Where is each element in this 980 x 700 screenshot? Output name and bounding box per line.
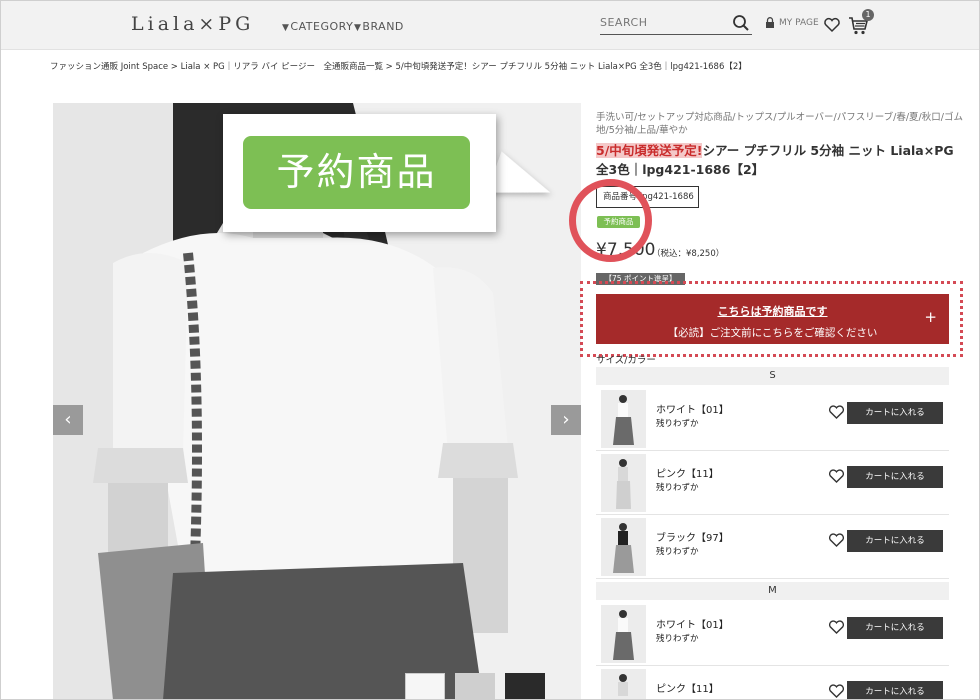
add-to-cart-button[interactable]: カートに入れる — [847, 617, 943, 639]
variant-row: ホワイト【01】 残りわずか カートに入れる — [596, 389, 949, 451]
variant-thumbnail[interactable] — [601, 454, 646, 512]
variant-row: ホワイト【01】 残りわずか カートに入れる — [596, 604, 949, 666]
next-image-button[interactable]: › — [551, 405, 581, 435]
variant-color: ホワイト【01】 — [656, 620, 729, 631]
variant-thumbnail[interactable] — [601, 669, 646, 700]
variant-thumbnail[interactable] — [601, 518, 646, 576]
annotation-red-circle — [569, 179, 652, 262]
size-header-s: S — [596, 367, 949, 385]
title-highlight: 5/中旬頃発送予定! — [596, 143, 703, 158]
cart-count-badge: 1 — [862, 9, 874, 21]
variant-color: ブラック【97】 — [656, 533, 729, 544]
size-color-label: サイズ/カラー — [596, 355, 656, 366]
size-header-m: M — [596, 582, 949, 600]
site-header: Liala×PG ▼CATEGORY ▼BRAND MY PAGE 1 — [0, 0, 980, 50]
variant-thumbnail[interactable] — [601, 605, 646, 663]
search-icon[interactable] — [732, 14, 750, 32]
heart-icon[interactable] — [828, 619, 845, 635]
triangle-down-icon: ▼ — [354, 23, 362, 33]
preorder-notice-button[interactable]: こちらは予約商品です 【必読】ご注文前にこちらをご確認ください + — [596, 294, 949, 344]
variant-row: ピンク【11】 残りわずか カートに入れる — [596, 453, 949, 515]
site-logo[interactable]: Liala×PG — [131, 13, 254, 35]
variant-row: ピンク【11】 カートに入れる — [596, 668, 949, 700]
mypage-label: MY PAGE — [779, 17, 819, 28]
nav-category[interactable]: ▼CATEGORY — [282, 20, 353, 33]
triangle-down-icon: ▼ — [282, 23, 290, 33]
variant-color: ピンク【11】 — [656, 469, 719, 480]
chevron-right-icon: › — [562, 409, 570, 430]
plus-icon: + — [924, 308, 937, 326]
notice-line-1: こちらは予約商品です — [717, 305, 828, 318]
product-title: 5/中旬頃発送予定!シアー プチフリル 5分袖 ニット Liala×PG 全3色… — [596, 141, 966, 179]
callout-preorder-label: 予約商品 — [243, 136, 470, 209]
nav-brand[interactable]: ▼BRAND — [354, 20, 404, 33]
add-to-cart-button[interactable]: カートに入れる — [847, 466, 943, 488]
heart-icon[interactable] — [828, 532, 845, 548]
prev-image-button[interactable]: ‹ — [53, 405, 83, 435]
lock-icon — [766, 17, 774, 28]
nav-brand-label: BRAND — [362, 20, 404, 33]
chevron-left-icon: ‹ — [64, 409, 72, 430]
variant-stock: 残りわずか — [656, 634, 699, 644]
variant-row: ブラック【97】 残りわずか カートに入れる — [596, 517, 949, 579]
variant-color: ホワイト【01】 — [656, 405, 729, 416]
product-price-tax: （税込：¥8,250） — [652, 249, 725, 259]
add-to-cart-button[interactable]: カートに入れる — [847, 530, 943, 552]
heart-icon[interactable] — [828, 683, 845, 699]
variant-thumbnail[interactable] — [601, 390, 646, 448]
add-to-cart-button[interactable]: カートに入れる — [847, 402, 943, 424]
favorites-heart-icon[interactable] — [823, 16, 841, 34]
add-to-cart-button[interactable]: カートに入れる — [847, 681, 943, 700]
search-input[interactable] — [600, 11, 720, 34]
heart-icon[interactable] — [828, 404, 845, 420]
color-swatch-pink[interactable] — [455, 673, 495, 700]
heart-icon[interactable] — [828, 468, 845, 484]
product-tags[interactable]: 手洗い可/セットアップ対応商品/トップス/プルオーバー/パフスリーブ/春/夏/秋… — [596, 111, 966, 137]
mypage-link[interactable]: MY PAGE — [765, 17, 819, 28]
variant-color: ピンク【11】 — [656, 684, 719, 695]
search-box — [600, 11, 752, 35]
variant-stock: 残りわずか — [656, 419, 699, 429]
color-swatch-black[interactable] — [505, 673, 545, 700]
notice-line-2: 【必読】ご注文前にこちらをご確認ください — [667, 327, 878, 339]
breadcrumb[interactable]: ファッション通販 Joint Space > Liala × PG｜リアラ バイ… — [50, 60, 747, 72]
variant-stock: 残りわずか — [656, 483, 699, 493]
nav-category-label: CATEGORY — [290, 20, 354, 33]
variant-stock: 残りわずか — [656, 547, 699, 557]
color-swatch-white[interactable] — [405, 673, 445, 700]
